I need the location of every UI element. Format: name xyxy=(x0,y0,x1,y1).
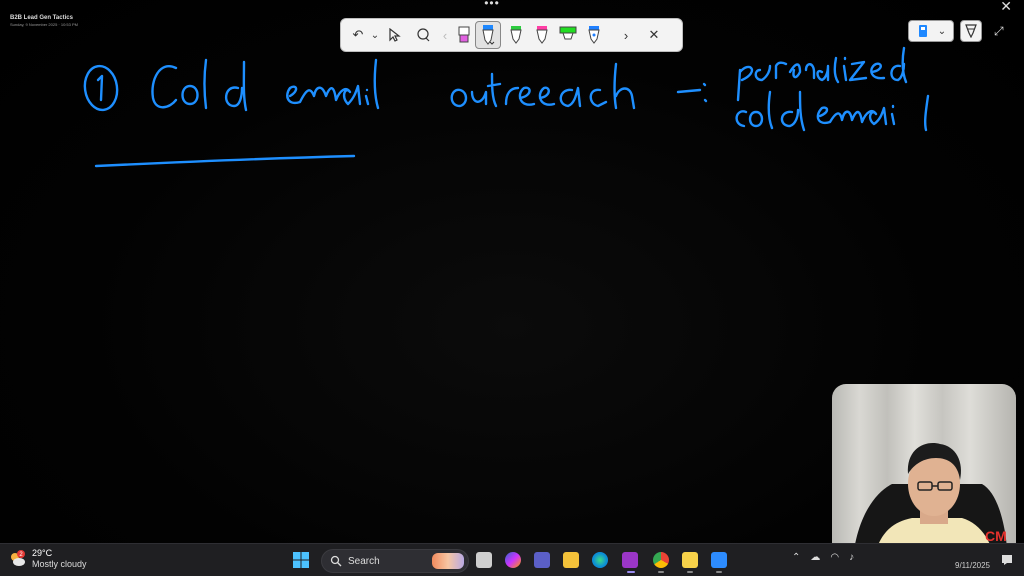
app-indicator xyxy=(716,571,722,573)
weather-condition: Mostly cloudy xyxy=(32,559,87,569)
pen-icon xyxy=(588,26,600,44)
highlighter-icon xyxy=(559,26,577,40)
green-highlighter-button[interactable] xyxy=(557,22,579,48)
highlighter-icon xyxy=(458,26,470,43)
lasso-icon xyxy=(417,28,430,42)
chevron-left-icon[interactable]: ‹ xyxy=(437,22,453,48)
white-pen-button[interactable] xyxy=(583,22,605,48)
toolbar-close-button[interactable]: ✕ xyxy=(641,22,667,48)
onenote-icon[interactable] xyxy=(622,552,638,568)
chevron-right-icon[interactable]: › xyxy=(613,22,639,48)
channel-logo: CM xyxy=(985,528,1007,544)
lasso-tool-button[interactable] xyxy=(409,22,437,48)
pen-settings-dropdown[interactable]: ⌄ xyxy=(908,20,954,42)
search-highlight-image xyxy=(432,553,464,569)
weather-temp: 29°C xyxy=(32,548,53,558)
select-icon xyxy=(389,28,401,42)
app-indicator xyxy=(658,571,664,573)
undo-icon[interactable]: ↶ xyxy=(347,22,369,48)
pink-pen-button[interactable] xyxy=(531,22,553,48)
chevron-down-icon[interactable]: ⌄ xyxy=(369,22,381,48)
taskbar-clock[interactable]: 9/11/2025 xyxy=(955,561,990,570)
blue-pen-button[interactable] xyxy=(475,21,501,49)
windows-logo-icon xyxy=(293,552,309,568)
eraser-button[interactable] xyxy=(960,20,982,42)
copilot-icon[interactable] xyxy=(505,552,521,568)
pen-icon xyxy=(510,26,522,44)
active-app-indicator xyxy=(627,571,635,573)
chevron-down-icon: ⌄ xyxy=(937,25,947,37)
select-tool-button[interactable] xyxy=(381,22,409,48)
cloud-icon[interactable]: ☁ xyxy=(810,552,820,563)
sticky-notes-icon[interactable] xyxy=(682,552,698,568)
weather-widget[interactable]: 2 29°C Mostly cloudy xyxy=(8,548,87,570)
start-button[interactable] xyxy=(293,552,309,573)
pink-highlighter-button[interactable] xyxy=(453,22,475,48)
right-toolbar: ⌄ ⤢ xyxy=(908,20,1004,42)
zoom-icon[interactable] xyxy=(711,552,727,568)
chevron-up-icon[interactable]: ⌃ xyxy=(792,552,800,563)
search-label: Search xyxy=(348,555,380,567)
edge-icon[interactable] xyxy=(592,552,608,568)
system-tray: ⌃ ☁ ◠ ♪ xyxy=(792,552,854,563)
chrome-icon[interactable] xyxy=(653,552,669,568)
wifi-icon[interactable]: ◠ xyxy=(830,552,839,563)
eraser-icon xyxy=(965,24,977,38)
volume-icon[interactable]: ♪ xyxy=(849,552,854,563)
weather-icon: 2 xyxy=(11,550,25,566)
file-explorer-icon[interactable] xyxy=(563,552,579,568)
windows-taskbar: 2 29°C Mostly cloudy Search ⌃ ☁ ◠ ♪ 9/11… xyxy=(0,543,1024,576)
pen-toolbar: ↶ ⌄ ‹ › ✕ xyxy=(340,18,683,52)
expand-icon[interactable]: ⤢ xyxy=(994,24,1004,39)
taskbar-search[interactable]: Search xyxy=(321,549,469,573)
search-icon xyxy=(330,555,342,567)
pen-settings-icon xyxy=(918,25,927,37)
task-view-icon[interactable] xyxy=(476,552,492,568)
notification-icon[interactable] xyxy=(1001,554,1013,566)
green-pen-button[interactable] xyxy=(505,22,527,48)
pen-icon xyxy=(482,25,495,45)
teams-icon[interactable] xyxy=(534,552,550,568)
app-indicator xyxy=(687,571,693,573)
pen-icon xyxy=(536,26,548,44)
